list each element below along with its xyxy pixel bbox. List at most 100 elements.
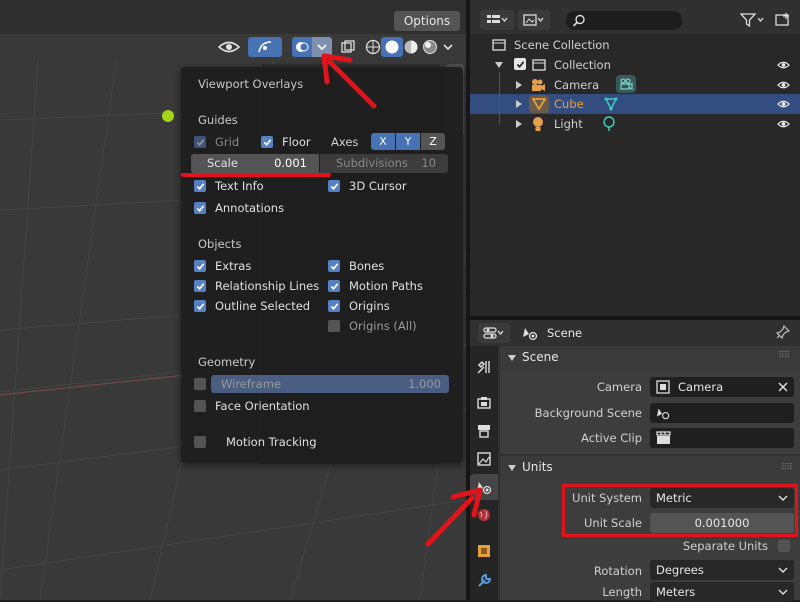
- checkbox-empty-icon: [194, 400, 206, 412]
- display-mode-dropdown[interactable]: [480, 10, 514, 30]
- annotations-checkbox[interactable]: Annotations: [194, 200, 284, 216]
- text-info-checkbox[interactable]: Text Info: [194, 178, 264, 194]
- light-object-dot[interactable]: [162, 110, 174, 122]
- camera-icon: [656, 380, 670, 394]
- rotation-label: Rotation: [593, 564, 642, 578]
- filter-mode-dropdown[interactable]: [518, 10, 550, 30]
- options-button[interactable]: Options: [394, 11, 460, 31]
- annotations-label: Annotations: [215, 201, 285, 215]
- annotation-arrow: [321, 53, 377, 109]
- light-data-icon[interactable]: [602, 116, 616, 132]
- camera-label: Camera: [596, 380, 642, 394]
- scene-collection-icon: [492, 39, 506, 51]
- scene-panel-header[interactable]: Scene: [500, 346, 800, 370]
- output-tab-icon[interactable]: [470, 418, 498, 444]
- face-orientation-checkbox[interactable]: Face Orientation: [194, 398, 310, 414]
- drag-handle-icon[interactable]: ⠿⠿: [778, 351, 790, 361]
- overlays-toggle-icon[interactable]: [292, 37, 312, 57]
- eye-icon[interactable]: [777, 99, 790, 109]
- annotation-arrow: [425, 487, 483, 547]
- tool-tab-icon[interactable]: [470, 354, 498, 380]
- mesh-data-icon[interactable]: [604, 97, 618, 111]
- camera-label: Camera: [554, 78, 600, 92]
- axis-x-toggle[interactable]: X: [371, 133, 395, 150]
- checkbox-check-icon: [328, 300, 340, 312]
- origins-checkbox[interactable]: Origins: [328, 298, 390, 314]
- expand-arrow-icon[interactable]: [495, 61, 503, 69]
- separate-units-checkbox[interactable]: [778, 540, 790, 552]
- expand-arrow-icon[interactable]: [516, 120, 522, 128]
- modifier-wrench-tab-icon[interactable]: [470, 568, 498, 594]
- outliner-search-input[interactable]: [566, 11, 682, 30]
- relationship-lines-checkbox[interactable]: Relationship Lines: [194, 278, 319, 294]
- 3d-viewport[interactable]: Options Viewport Overlays Guides Grid Fl…: [0, 0, 466, 600]
- camera-data-icon[interactable]: [616, 75, 636, 93]
- relationship-lines-label: Relationship Lines: [215, 279, 320, 293]
- eye-icon[interactable]: [777, 80, 790, 90]
- bones-checkbox[interactable]: Bones: [328, 258, 384, 274]
- mesh-object-icon: [529, 95, 549, 113]
- active-clip-label: Active Clip: [581, 431, 642, 445]
- rotation-dropdown[interactable]: Degrees: [650, 560, 794, 580]
- axes-label: Axes: [331, 135, 359, 149]
- active-clip-field[interactable]: [650, 428, 794, 448]
- 3d-cursor-checkbox[interactable]: 3D Cursor: [328, 178, 407, 194]
- subdivisions-value: 10: [421, 156, 436, 170]
- viewport-overlays-popover: Viewport Overlays Guides Grid Floor Axes…: [181, 67, 463, 463]
- grid-checkbox[interactable]: Grid: [194, 134, 239, 150]
- expand-arrow-icon[interactable]: [516, 100, 522, 108]
- checkbox-empty-icon: [328, 320, 340, 332]
- floor-label: Floor: [282, 135, 311, 149]
- collection-include-checkbox[interactable]: [514, 58, 526, 70]
- grid-subdivisions-field[interactable]: Subdivisions 10: [320, 154, 448, 173]
- units-panel-header[interactable]: Units ⠿⠿: [500, 456, 800, 480]
- new-collection-icon[interactable]: [772, 10, 794, 30]
- expand-arrow-icon[interactable]: [516, 81, 522, 89]
- scene-camera-field[interactable]: Camera: [650, 377, 794, 397]
- origins-all-checkbox[interactable]: Origins (All): [328, 318, 417, 334]
- scene-panel-title: Scene: [522, 350, 559, 364]
- properties-context-title: Scene: [547, 326, 583, 340]
- motion-paths-checkbox[interactable]: Motion Paths: [328, 278, 423, 294]
- render-tab-icon[interactable]: [470, 390, 498, 416]
- grid-label: Grid: [215, 135, 240, 149]
- view-layer-tab-icon[interactable]: [470, 446, 498, 472]
- axes-toggle-group: X Y Z: [371, 133, 445, 150]
- drag-handle-icon[interactable]: ⠿⠿: [781, 463, 793, 473]
- outliner-item-camera[interactable]: Camera: [470, 75, 800, 95]
- wireframe-checkbox[interactable]: [194, 376, 206, 392]
- extras-checkbox[interactable]: Extras: [194, 258, 251, 274]
- eye-visibility-icon[interactable]: [214, 37, 244, 57]
- camera-value: Camera: [678, 380, 724, 394]
- background-scene-field[interactable]: [650, 403, 794, 423]
- filter-funnel-icon[interactable]: [736, 10, 770, 30]
- gizmo-toggle-icon[interactable]: [248, 37, 282, 57]
- motion-tracking-checkbox[interactable]: Motion Tracking: [194, 434, 317, 450]
- length-dropdown[interactable]: Meters: [650, 582, 794, 602]
- checkbox-check-icon: [194, 202, 206, 214]
- wireframe-label: Wireframe: [221, 377, 281, 391]
- axis-z-toggle[interactable]: Z: [421, 133, 445, 150]
- outliner-item-cube[interactable]: Cube: [470, 94, 800, 114]
- shading-rendered-icon[interactable]: [419, 37, 441, 57]
- scene-collection-row[interactable]: Scene Collection: [470, 35, 800, 55]
- floor-checkbox[interactable]: Floor: [261, 134, 311, 150]
- guides-section-label: Guides: [198, 113, 238, 127]
- geometry-section-label: Geometry: [198, 355, 256, 369]
- checkbox-check-icon: [194, 260, 206, 272]
- eye-icon[interactable]: [777, 60, 790, 70]
- clear-x-icon[interactable]: [778, 382, 788, 392]
- camera-object-icon: [532, 79, 545, 91]
- eye-icon[interactable]: [777, 119, 790, 129]
- scale-label: Scale: [207, 156, 238, 170]
- editor-type-dropdown[interactable]: [478, 323, 510, 343]
- collection-row[interactable]: Collection: [470, 55, 800, 75]
- grid-scale-field[interactable]: Scale 0.001: [191, 154, 319, 173]
- outline-selected-checkbox[interactable]: Outline Selected: [194, 298, 310, 314]
- axis-y-toggle[interactable]: Y: [396, 133, 420, 150]
- shading-dropdown-chevron-icon[interactable]: [440, 37, 456, 57]
- wireframe-slider[interactable]: Wireframe 1.000: [211, 375, 449, 393]
- scene-context-icon: [523, 328, 538, 341]
- outliner-item-light[interactable]: Light: [470, 114, 800, 134]
- pin-icon[interactable]: [776, 325, 790, 339]
